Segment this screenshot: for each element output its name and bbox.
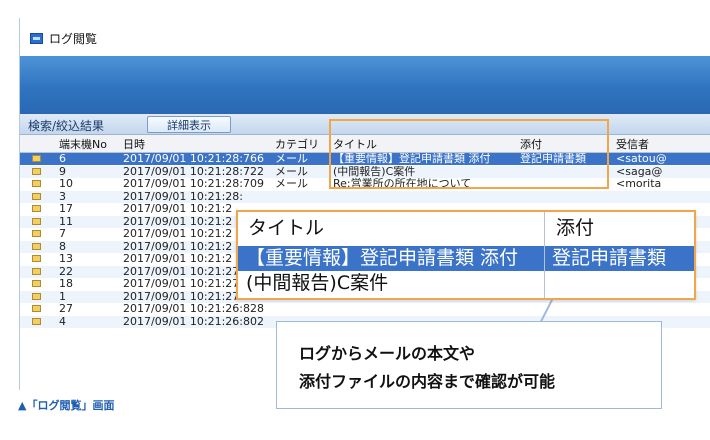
cell-title: 【重要情報】登記申請書類 添付 [333,153,491,165]
window-title: ログ閲覧 [49,32,98,46]
detail-view-button[interactable]: 詳細表示 [147,116,231,133]
cell-category: メール [275,165,308,178]
cell-no: 18 [59,278,73,290]
cell-datetime: 2017/09/01 10:21:2 [123,215,233,228]
cell-recipient: <saga@ [616,165,663,178]
cell-datetime: 2017/09/01 10:21:28: [123,190,244,203]
ribbon-toolbar [20,56,710,114]
cell-no: 4 [59,315,66,328]
cell-no: 11 [59,215,73,228]
mail-icon [32,155,41,162]
cell-no: 9 [59,165,66,178]
cell-attachment: 登記申請書類 [520,153,586,165]
mail-icon [32,230,41,237]
title-bar: ログ閲覧 [20,18,710,56]
zoom-header-attachment: 添付 [556,217,595,239]
zoom-row2-title: (中間報告)C案件 [246,272,389,294]
callout-box: ログからメールの本文や 添付ファイルの内容まで確認が可能 [276,321,662,409]
table-row[interactable]: 9 2017/09/01 10:21:28:722 メール (中間報告)C案件 <sag… [20,165,710,178]
zoom-row1-attachment: 登記申請書類 [552,247,667,269]
mail-icon [32,317,41,325]
zoom-header-row: タイトル 添付 [238,216,694,241]
cell-datetime: 2017/09/01 10:21:2 [123,253,233,265]
cell-datetime: 2017/09/01 10:21:2 [123,203,233,215]
mail-icon [32,242,41,250]
column-header-category[interactable]: カテゴリ [275,136,319,152]
table-header: 端末機No 日時 カテゴリ タイトル 添付 受信者 [20,135,710,153]
mail-icon [32,180,41,187]
cell-title: Re:営業所の所在地について [333,178,472,190]
column-header-terminal-no[interactable]: 端末機No [59,136,107,152]
cell-no: 10 [59,178,73,190]
zoom-row-2: (中間報告)C案件 [238,271,694,296]
column-header-title[interactable]: タイトル [333,136,377,152]
cell-no: 7 [59,228,66,240]
zoom-header-title: タイトル [248,217,325,239]
cell-no: 6 [59,153,66,165]
callout-line-2: 添付ファイルの内容まで確認が可能 [299,372,556,391]
zoom-row1-title: 【重要情報】登記申請書類 添付 [246,247,519,269]
table-row[interactable]: 27 2017/09/01 10:21:26:828 [20,303,710,315]
table-row[interactable]: 10 2017/09/01 10:21:28:709 メール Re:営業所の所在地につ… [20,178,710,190]
cell-recipient: <morita [616,178,662,190]
table-row[interactable]: 6 2017/09/01 10:21:28:766 メール 【重要情報】登記申請書類 … [20,153,710,165]
cell-datetime: 2017/09/01 10:21:2 [123,240,233,253]
cell-datetime: 2017/09/01 10:21:26:828 [123,303,265,315]
column-header-recipient[interactable]: 受信者 [616,136,649,152]
results-panel-header: 検索/絞込結果 詳細表示 [20,114,710,135]
cell-no: 22 [59,265,73,278]
mail-icon [32,205,41,212]
cell-datetime: 2017/09/01 10:21:26:802 [123,315,265,328]
column-header-attachment[interactable]: 添付 [520,136,542,152]
cell-no: 8 [59,240,66,253]
cell-no: 27 [59,303,73,315]
cell-recipient: <satou@ [616,153,667,165]
cell-no: 17 [59,203,73,215]
zoom-panel: タイトル 添付 【重要情報】登記申請書類 添付 登記申請書類 (中間報告)C案件 [236,210,696,300]
mail-icon [32,255,41,262]
mail-icon [32,305,41,312]
cell-no: 3 [59,190,66,203]
column-header-datetime[interactable]: 日時 [123,136,145,152]
zoom-column-divider [544,212,545,298]
cell-title: (中間報告)C案件 [333,165,416,178]
cell-no: 1 [59,290,66,303]
results-label: 検索/絞込結果 [28,119,105,133]
cell-category: メール [275,153,308,165]
cell-no: 13 [59,253,73,265]
mail-icon [32,217,41,225]
mail-icon [32,267,41,275]
cell-category: メール [275,178,308,190]
table-row[interactable]: 3 2017/09/01 10:21:28: [20,190,710,203]
mail-icon [32,192,41,200]
cell-datetime: 2017/09/01 10:21:28:709 [123,178,265,190]
cell-datetime: 2017/09/01 10:21:28:722 [123,165,265,178]
cell-datetime: 2017/09/01 10:21:2 [123,228,233,240]
zoom-selected-row: 【重要情報】登記申請書類 添付 登記申請書類 [238,246,694,271]
mail-icon [32,280,41,287]
figure-caption: ▲「ログ閲覧」画面 [18,399,115,412]
mail-icon [32,167,41,175]
mail-icon [32,292,41,300]
callout-line-1: ログからメールの本文や [299,344,476,363]
cell-datetime: 2017/09/01 10:21:28:766 [123,153,265,165]
app-icon [30,33,43,44]
